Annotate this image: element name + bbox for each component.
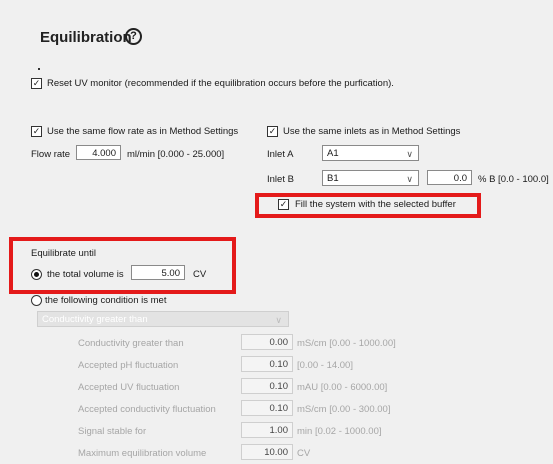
flow-rate-unit: ml/min [0.000 - 25.000] — [127, 149, 225, 160]
uv-fluctuation-input[interactable]: 0.10 — [241, 378, 293, 394]
flow-rate-input[interactable]: 4.000 — [76, 145, 121, 160]
fill-system-label: Fill the system with the selected buffer — [295, 199, 456, 210]
condition-row-label: Accepted UV fluctuation — [78, 382, 180, 393]
condition-row-unit: mAU [0.00 - 6000.00] — [297, 382, 388, 393]
inlet-b-value: B1 — [327, 173, 339, 184]
total-volume-input[interactable]: 5.00 — [131, 265, 185, 280]
percent-b-unit: % B [0.0 - 100.0] — [478, 174, 549, 185]
condition-row-unit: min [0.02 - 1000.00] — [297, 426, 382, 437]
percent-b-input[interactable]: 0.0 — [427, 170, 472, 185]
condition-select[interactable]: Conductivity greater than ∨ — [37, 311, 289, 327]
reset-uv-label: Reset UV monitor (recommended if the equ… — [47, 78, 394, 89]
total-volume-unit: CV — [193, 269, 207, 280]
total-volume-label: the total volume is — [47, 269, 124, 280]
same-inlets-label: Use the same inlets as in Method Setting… — [283, 126, 461, 137]
same-inlets-checkbox[interactable]: ✓ — [267, 126, 278, 137]
reset-uv-checkbox[interactable]: ✓ — [31, 78, 42, 89]
condition-row-label: Conductivity greater than — [78, 338, 184, 349]
condition-row-label: Signal stable for — [78, 426, 147, 437]
page-title: Equilibration — [40, 29, 132, 46]
help-icon[interactable]: ? — [125, 28, 142, 45]
ph-fluctuation-input[interactable]: 0.10 — [241, 356, 293, 372]
max-volume-input[interactable]: 10.00 — [241, 444, 293, 460]
chevron-down-icon: ∨ — [406, 149, 413, 159]
condition-row-unit: CV — [297, 448, 311, 459]
fill-system-checkbox[interactable]: ✓ — [278, 199, 289, 210]
condition-label: the following condition is met — [45, 295, 167, 306]
equilibrate-highlight-box — [9, 237, 236, 294]
condition-row-unit: mS/cm [0.00 - 1000.00] — [297, 338, 396, 349]
condition-row-unit: mS/cm [0.00 - 300.00] — [297, 404, 391, 415]
condition-radio[interactable] — [31, 295, 42, 306]
flow-rate-label: Flow rate — [31, 149, 71, 160]
inlet-a-value: A1 — [327, 148, 339, 159]
inlet-a-select[interactable]: A1 ∨ — [322, 145, 419, 161]
conductivity-input[interactable]: 0.00 — [241, 334, 293, 350]
inlet-a-label: Inlet A — [267, 149, 294, 160]
condition-row-label: Maximum equilibration volume — [78, 448, 207, 459]
chevron-down-icon: ∨ — [406, 174, 413, 184]
same-flow-rate-checkbox[interactable]: ✓ — [31, 126, 42, 137]
chevron-down-icon: ∨ — [275, 315, 282, 325]
conductivity-fluctuation-input[interactable]: 0.10 — [241, 400, 293, 416]
condition-select-value: Conductivity greater than — [42, 314, 148, 325]
marker-dot — [38, 68, 40, 70]
inlet-b-select[interactable]: B1 ∨ — [322, 170, 419, 186]
inlet-b-label: Inlet B — [267, 174, 294, 185]
condition-row-unit: [0.00 - 14.00] — [297, 360, 353, 371]
condition-row-label: Accepted pH fluctuation — [78, 360, 179, 371]
equilibrate-heading: Equilibrate until — [31, 248, 96, 259]
condition-row-label: Accepted conductivity fluctuation — [78, 404, 216, 415]
total-volume-radio[interactable] — [31, 269, 42, 280]
signal-stable-input[interactable]: 1.00 — [241, 422, 293, 438]
same-flow-rate-label: Use the same flow rate as in Method Sett… — [47, 126, 239, 137]
